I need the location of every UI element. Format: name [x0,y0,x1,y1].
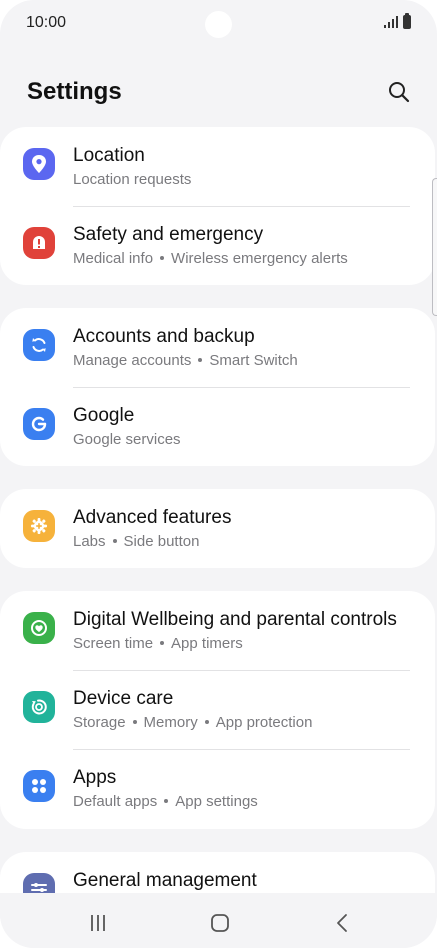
settings-item-title: Digital Wellbeing and parental controls [73,609,397,630]
separator-dot [164,799,169,804]
settings-item-subtitle: Default apps App settings [73,793,258,810]
settings-group-1: Location Location requests Safety and em… [0,127,435,285]
settings-item-google[interactable]: Google Google services [0,387,435,466]
device-care-icon [23,691,55,723]
subtitle-part: Memory [143,714,198,731]
settings-item-location[interactable]: Location Location requests [0,127,435,206]
settings-item-safety-and-emergency[interactable]: Safety and emergency Medical info Wireles… [0,206,435,285]
settings-group-2: Accounts and backup Manage accounts Smart… [0,308,435,466]
subtitle-part: Default apps [73,793,158,810]
settings-item-title: General management [73,870,257,891]
settings-group-3: Advanced features Labs Side button [0,489,435,568]
separator-dot [132,720,137,725]
recents-icon [91,915,105,931]
settings-item-subtitle: Screen time App timers [73,635,243,652]
signal-icon [384,16,398,28]
settings-item-digital-wellbeing[interactable]: Digital Wellbeing and parental controls … [0,591,435,670]
subtitle-part: Screen time [73,635,154,652]
settings-item-advanced-features[interactable]: Advanced features Labs Side button [0,489,435,568]
battery-icon [403,13,411,29]
subtitle-part: App protection [215,714,313,731]
settings-item-apps[interactable]: Apps Default apps App settings [0,749,435,828]
settings-header: Settings [0,70,437,114]
subtitle-part: Wireless emergency alerts [171,250,348,267]
settings-item-title: Accounts and backup [73,326,255,347]
search-icon [389,82,410,103]
subtitle-part: Storage [73,714,126,731]
back-icon [337,914,347,932]
subtitle-part: App timers [171,635,243,652]
subtitle-part: Side button [123,533,200,550]
settings-item-subtitle: Manage accounts Smart Switch [73,352,298,369]
separator-dot [112,539,117,544]
subtitle-part: App settings [175,793,258,810]
settings-item-title: Google [73,405,135,426]
settings-item-title: Apps [73,767,117,788]
gear-plus-icon [23,510,55,542]
status-time: 10:00 [26,14,67,31]
status-bar: 10:00 [0,0,437,48]
separator-dot [160,256,165,261]
separator-dot [204,720,209,725]
settings-item-accounts-and-backup[interactable]: Accounts and backup Manage accounts Smart… [0,308,435,387]
home-icon [211,914,229,932]
settings-item-subtitle: Location requests [73,171,191,188]
settings-item-subtitle: Storage Memory App protection [73,714,312,731]
settings-item-title: Advanced features [73,507,232,528]
subtitle-part: Location requests [73,171,192,188]
location-pin-icon [23,148,55,180]
settings-item-subtitle: Labs Side button [73,533,199,550]
separator-dot [198,358,203,363]
home-button[interactable] [200,910,240,936]
subtitle-part: Google services [73,431,181,448]
status-icons [384,13,411,29]
phone-screen: 10:00 Settings Location Location request… [0,0,437,948]
camera-cutout [205,11,232,38]
alert-icon [23,227,55,259]
subtitle-part: Medical info [73,250,154,267]
subtitle-part: Labs [73,533,106,550]
settings-item-subtitle: Google services [73,431,181,448]
scroll-indicator[interactable] [432,178,437,316]
navigation-bar [0,893,437,948]
subtitle-part: Smart Switch [209,352,298,369]
settings-item-device-care[interactable]: Device care Storage Memory App protection [0,670,435,749]
settings-item-title: Device care [73,688,174,709]
recents-button[interactable] [78,910,118,936]
settings-item-title: Location [73,145,145,166]
sync-icon [23,329,55,361]
page-title: Settings [27,78,122,105]
settings-item-title: Safety and emergency [73,224,264,245]
search-button[interactable] [383,76,415,108]
settings-item-subtitle: Medical info Wireless emergency alerts [73,250,348,267]
back-button[interactable] [323,910,363,936]
settings-group-4: Digital Wellbeing and parental controls … [0,591,435,829]
subtitle-part: Manage accounts [73,352,192,369]
google-icon [23,408,55,440]
separator-dot [160,641,165,646]
wellbeing-icon [23,612,55,644]
apps-grid-icon [23,770,55,802]
